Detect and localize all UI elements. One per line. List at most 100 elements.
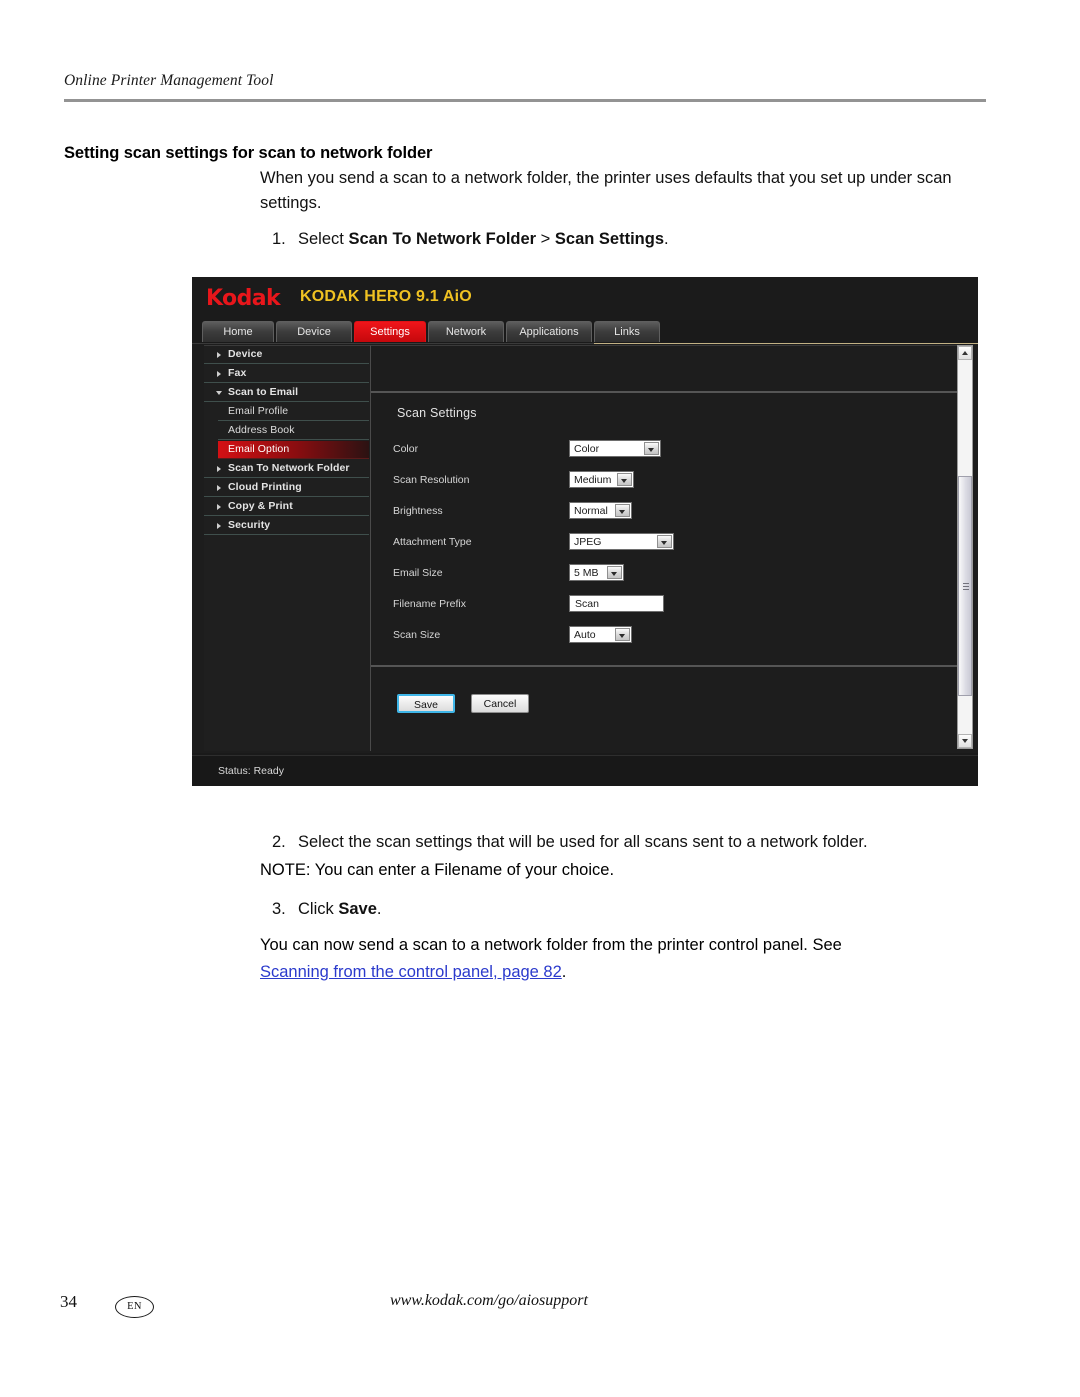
save-button[interactable]: Save (397, 694, 455, 713)
field-label: Filename Prefix (393, 598, 466, 610)
cross-reference-period: . (561, 963, 567, 981)
cross-reference-link[interactable]: Scanning from the control panel, page 82 (260, 963, 562, 981)
cancel-button[interactable]: Cancel (471, 694, 529, 713)
arrow-up-icon (962, 351, 968, 355)
nav-item-security[interactable]: Security (204, 517, 369, 535)
field-row-brightness: Brightness Normal (371, 502, 965, 522)
color-select[interactable]: Color (569, 440, 661, 457)
nav-item-label: Copy & Print (228, 500, 293, 512)
step-3: 3. Click Save. (272, 895, 1012, 923)
nav-item-label: Fax (228, 367, 247, 379)
nav-item-device[interactable]: Device (204, 346, 369, 364)
footer-url: www.kodak.com/go/aiosupport (390, 1292, 588, 1309)
settings-content-pane: Scan Settings Color Color Scan Resolutio… (371, 345, 965, 751)
content-pane-header-area (371, 346, 965, 393)
form-actions: Save Cancel (371, 669, 965, 752)
nav-item-email-option[interactable]: Email Option (218, 441, 369, 459)
field-label: Attachment Type (393, 536, 472, 548)
tab-home[interactable]: Home (202, 321, 274, 342)
app-body: Device Fax Scan to Email Email Profile A… (192, 344, 978, 753)
scan-size-select[interactable]: Auto (569, 626, 632, 643)
step-1-number: 1. (272, 230, 286, 248)
chevron-right-icon (217, 504, 221, 510)
app-brand-bar: Kodak KODAK HERO 9.1 AiO (192, 277, 978, 320)
vertical-scrollbar-thumb[interactable] (958, 476, 972, 696)
step-1-separator: > (536, 230, 555, 248)
grip-icon (963, 583, 969, 590)
kodak-logo: Kodak (206, 286, 281, 311)
nav-item-scan-to-network-folder[interactable]: Scan To Network Folder (204, 460, 369, 478)
field-row-color: Color Color (371, 440, 965, 460)
tab-strip: Home Device Settings Network Application… (192, 321, 978, 344)
tab-settings[interactable]: Settings (354, 321, 426, 342)
nav-item-address-book[interactable]: Address Book (218, 422, 369, 440)
tab-links[interactable]: Links (594, 321, 660, 342)
filename-prefix-input[interactable]: Scan (569, 595, 664, 612)
step-2-number: 2. (272, 833, 286, 851)
step-3-bold-save: Save (338, 900, 377, 918)
scan-resolution-select[interactable]: Medium (569, 471, 634, 488)
nav-item-label: Email Option (228, 443, 290, 455)
tab-network[interactable]: Network (428, 321, 504, 342)
chevron-down-icon[interactable] (657, 535, 672, 548)
language-badge: EN (115, 1296, 154, 1318)
closing-text: You can now send a scan to a network fol… (260, 936, 842, 954)
chevron-right-icon (217, 466, 221, 472)
status-bar: Status: Ready (192, 755, 978, 786)
tab-applications[interactable]: Applications (506, 321, 592, 342)
arrow-down-glyph (621, 478, 627, 483)
nav-item-label: Address Book (228, 424, 295, 436)
nav-item-cloud-printing[interactable]: Cloud Printing (204, 479, 369, 497)
chevron-down-icon (216, 391, 222, 395)
arrow-down-glyph (611, 571, 617, 576)
nav-item-label: Scan to Email (228, 386, 299, 398)
field-label: Brightness (393, 505, 443, 517)
chevron-right-icon (217, 523, 221, 529)
nav-item-label: Device (228, 348, 263, 360)
chevron-down-icon[interactable] (615, 628, 630, 641)
chevron-down-icon[interactable] (607, 566, 622, 579)
color-select-value: Color (574, 443, 600, 455)
note-line: NOTE: You can enter a Filename of your c… (260, 861, 615, 879)
step-2: 2. Select the scan settings that will be … (272, 828, 1012, 856)
step-2-text: Select the scan settings that will be us… (298, 833, 868, 851)
page-number: 34 (60, 1292, 77, 1311)
scan-resolution-select-value: Medium (574, 474, 612, 486)
nav-item-label: Security (228, 519, 271, 531)
tab-device[interactable]: Device (276, 321, 352, 342)
chevron-right-icon (217, 352, 221, 358)
step-3-number: 3. (272, 900, 286, 918)
settings-nav-panel: Device Fax Scan to Email Email Profile A… (204, 345, 371, 751)
nav-item-scan-to-email[interactable]: Scan to Email (204, 384, 369, 402)
arrow-down-glyph (619, 509, 625, 514)
nav-item-fax[interactable]: Fax (204, 365, 369, 383)
content-vertical-scrollbar[interactable] (957, 345, 973, 749)
field-row-email-size: Email Size 5 MB (371, 564, 965, 584)
chevron-down-icon[interactable] (617, 473, 632, 486)
intro-paragraph: When you send a scan to a network folder… (260, 166, 990, 216)
field-label: Email Size (393, 567, 443, 579)
arrow-down-icon (962, 739, 968, 743)
chevron-down-icon[interactable] (644, 442, 659, 455)
field-row-filename-prefix: Filename Prefix Scan (371, 595, 965, 615)
intro-text: When you send a scan to a network folder… (260, 169, 952, 212)
nav-item-label: Scan To Network Folder (228, 462, 350, 474)
filename-prefix-value: Scan (575, 598, 599, 610)
brightness-select[interactable]: Normal (569, 502, 632, 519)
chevron-right-icon (217, 485, 221, 491)
email-size-select[interactable]: 5 MB (569, 564, 624, 581)
arrow-down-glyph (619, 633, 625, 638)
scroll-up-button[interactable] (958, 346, 972, 360)
chevron-right-icon (217, 371, 221, 377)
scan-size-select-value: Auto (574, 629, 596, 641)
nav-item-copy-and-print[interactable]: Copy & Print (204, 498, 369, 516)
field-row-attachment-type: Attachment Type JPEG (371, 533, 965, 553)
nav-item-email-profile[interactable]: Email Profile (218, 403, 369, 421)
step-3-post: . (376, 900, 382, 918)
page-title: Setting scan settings for scan to networ… (64, 144, 433, 163)
scroll-down-button[interactable] (958, 734, 972, 748)
step-3-pre: Click (298, 900, 339, 918)
chevron-down-icon[interactable] (615, 504, 630, 517)
field-label: Color (393, 443, 419, 455)
attachment-type-select[interactable]: JPEG (569, 533, 674, 550)
